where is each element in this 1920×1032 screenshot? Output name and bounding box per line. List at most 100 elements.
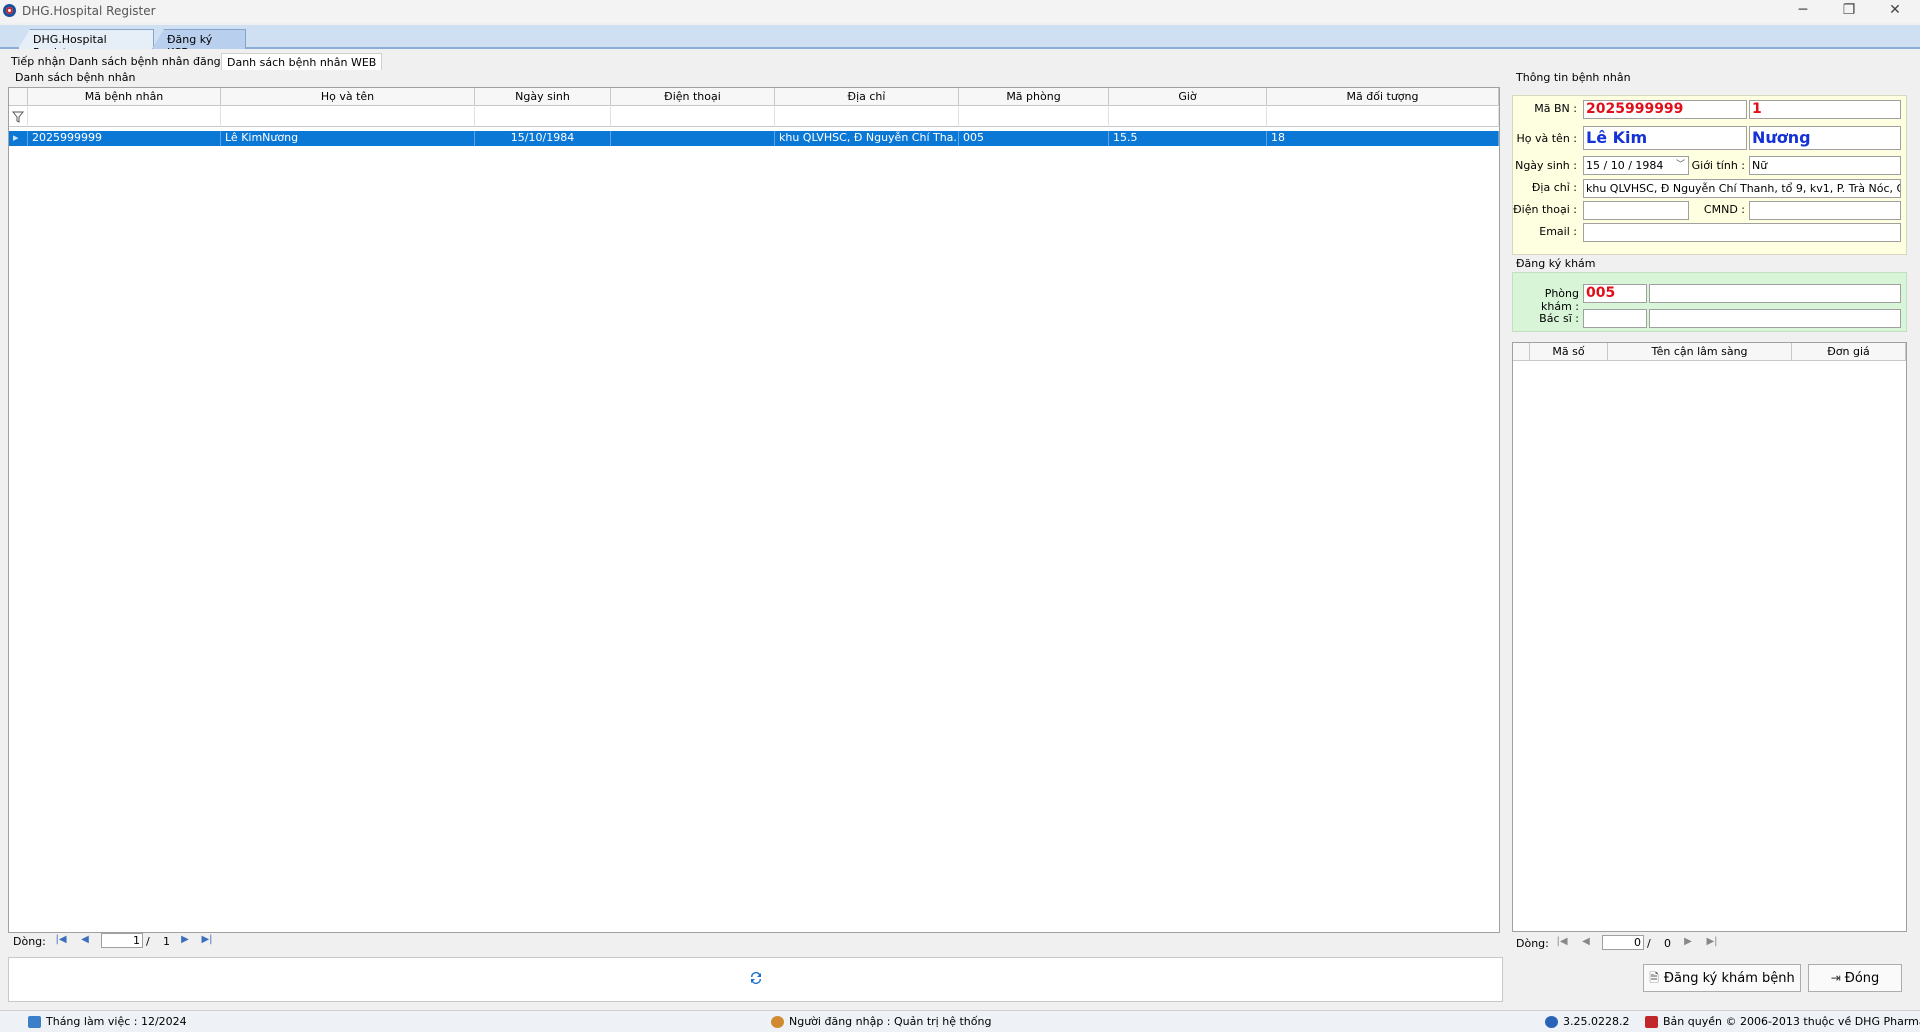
sub-tab-strip: Tiếp nhận Danh sách bệnh nhân đăng ký Da… <box>0 50 1920 70</box>
last-page-icon[interactable]: ▶| <box>1706 936 1718 948</box>
services-grid: Mã số Tên cận lâm sàng Đơn giá <box>1512 342 1907 932</box>
patient-list-title: Danh sách bệnh nhân <box>15 71 136 84</box>
col-ten-can-lam-sang[interactable]: Tên cận lâm sàng <box>1608 343 1792 361</box>
left-pager: Dòng: |◀ ◀ 1 / 1 ▶ ▶| <box>13 931 413 951</box>
patient-info-panel: Mã BN : 2025999999 1 Họ và tên : Lê Kim … <box>1512 95 1907 255</box>
ho-field[interactable]: Lê Kim <box>1583 126 1747 150</box>
col-gio[interactable]: Giờ <box>1109 88 1267 106</box>
ten-field[interactable]: Nương <box>1749 126 1901 150</box>
cell-ma-doi-tuong[interactable]: 18 <box>1267 131 1499 146</box>
ngay-sinh-picker[interactable]: 15 / 10 / 1984 ﹀ <box>1583 156 1689 175</box>
minimize-button[interactable]: ─ <box>1780 0 1826 23</box>
row-indicator-icon: ▸ <box>9 131 28 146</box>
col-ho-va-ten[interactable]: Họ và tên <box>221 88 475 106</box>
first-page-icon[interactable]: |◀ <box>55 934 67 946</box>
status-version: 3.25.0228.2 <box>1545 1015 1629 1028</box>
close-button[interactable]: ⇥ Đóng <box>1808 964 1902 992</box>
cell-dien-thoai[interactable] <box>611 131 775 146</box>
gioi-tinh-label: Giới tính : <box>1691 159 1745 172</box>
filter-cell[interactable] <box>1109 107 1267 127</box>
cell-ma-benh-nhan[interactable]: 2025999999 <box>28 131 221 146</box>
register-exam-button[interactable]: 🗎 Đăng ký khám bệnh <box>1643 964 1801 992</box>
prev-page-icon[interactable]: ◀ <box>79 934 91 946</box>
email-label: Email : <box>1539 225 1577 238</box>
first-page-icon[interactable]: |◀ <box>1556 936 1568 948</box>
chevron-down-icon[interactable]: ﹀ <box>1676 157 1685 174</box>
col-don-gia[interactable]: Đơn giá <box>1792 343 1906 361</box>
last-page-icon[interactable]: ▶| <box>201 934 213 946</box>
tab-web-patients[interactable]: Danh sách bệnh nhân WEB <box>221 53 383 70</box>
services-header: Mã số Tên cận lâm sàng Đơn giá <box>1513 343 1906 361</box>
exit-door-icon: ⇥ <box>1830 971 1841 985</box>
ngay-sinh-value: 15 / 10 / 1984 <box>1586 159 1664 172</box>
pager-total: 0 <box>1664 937 1671 950</box>
filter-cell[interactable] <box>611 107 775 127</box>
filter-cell[interactable] <box>475 107 611 127</box>
dien-thoai-field[interactable] <box>1583 201 1689 220</box>
dia-chi-field[interactable]: khu QLVHSC, Đ Nguyễn Chí Thanh, tổ 9, kv… <box>1583 179 1901 198</box>
filter-cell[interactable] <box>1267 107 1499 127</box>
col-ma-phong[interactable]: Mã phòng <box>959 88 1109 106</box>
col-ma-benh-nhan[interactable]: Mã bệnh nhân <box>28 88 221 106</box>
patient-info-title: Thông tin bệnh nhân <box>1516 71 1631 84</box>
cell-ma-phong[interactable]: 005 <box>959 131 1109 146</box>
prev-page-icon[interactable]: ◀ <box>1580 936 1592 948</box>
pager-total: 1 <box>163 935 170 948</box>
status-copyright-text: Bản quyền © 2006-2013 thuộc về DHG Pharm… <box>1663 1015 1920 1028</box>
status-copyright: Bản quyền © 2006-2013 thuộc về DHG Pharm… <box>1645 1015 1920 1028</box>
next-page-icon[interactable]: ▶ <box>179 934 191 946</box>
tab-dang-ky-kcb[interactable]: Đăng ký KCB <box>152 29 246 49</box>
filter-cell[interactable] <box>28 107 221 127</box>
restore-button[interactable]: ❐ <box>1826 0 1872 23</box>
register-exam-label: Đăng ký khám bệnh <box>1663 971 1795 986</box>
cell-dia-chi[interactable]: khu QLVHSC, Đ Nguyễn Chí Tha... <box>775 131 959 146</box>
gioi-tinh-field[interactable]: Nữ <box>1749 156 1901 175</box>
filter-cell[interactable] <box>221 107 475 127</box>
phong-kham-code-field[interactable]: 005 <box>1583 284 1647 303</box>
registration-title: Đăng ký khám <box>1516 257 1596 270</box>
close-label: Đóng <box>1844 971 1880 986</box>
header-indicator <box>1513 343 1530 361</box>
pager-label: Dòng: <box>1516 937 1549 950</box>
next-page-icon[interactable]: ▶ <box>1682 936 1694 948</box>
bottom-toolbar <box>8 957 1503 1002</box>
status-month-text: Tháng làm việc : 12/2024 <box>46 1015 187 1028</box>
tab-tiep-nhan[interactable]: Tiếp nhận <box>6 53 70 70</box>
cell-ho-va-ten[interactable]: Lê KimNương <box>221 131 475 146</box>
tab-hospital-register[interactable]: DHG.Hospital Register <box>18 29 154 49</box>
filter-cell[interactable] <box>775 107 959 127</box>
window-title: DHG.Hospital Register <box>22 4 156 18</box>
col-ma-so[interactable]: Mã số <box>1530 343 1608 361</box>
page-input[interactable]: 0 <box>1602 935 1644 950</box>
ngay-sinh-label: Ngày sinh : <box>1515 159 1577 172</box>
ho-ten-label: Họ và tên : <box>1516 132 1578 145</box>
email-field[interactable] <box>1583 223 1901 242</box>
col-ngay-sinh[interactable]: Ngày sinh <box>475 88 611 106</box>
bac-si-code-field[interactable] <box>1583 309 1647 328</box>
close-window-button[interactable]: ✕ <box>1872 0 1918 23</box>
main-tab-strip: DHG.Hospital Register Đăng ký KCB <box>0 25 1920 49</box>
col-dia-chi[interactable]: Địa chỉ <box>775 88 959 106</box>
cmnd-field[interactable] <box>1749 201 1901 220</box>
dia-chi-label: Địa chỉ : <box>1531 181 1577 194</box>
cell-gio[interactable]: 15.5 <box>1109 131 1267 146</box>
bac-si-name-field[interactable] <box>1649 309 1901 328</box>
ma-bn-seq-field[interactable]: 1 <box>1749 100 1901 119</box>
header-indicator <box>9 88 28 106</box>
refresh-icon[interactable] <box>748 970 764 990</box>
page-input[interactable]: 1 <box>101 933 143 948</box>
filter-icon[interactable] <box>9 107 28 127</box>
phong-kham-name-field[interactable] <box>1649 284 1901 303</box>
col-dien-thoai[interactable]: Điện thoại <box>611 88 775 106</box>
ma-bn-field[interactable]: 2025999999 <box>1583 100 1747 119</box>
title-bar: DHG.Hospital Register ─ ❐ ✕ <box>0 0 1920 23</box>
table-row[interactable]: ▸ 2025999999 Lê KimNương 15/10/1984 khu … <box>9 131 1499 146</box>
cell-ngay-sinh[interactable]: 15/10/1984 <box>475 131 611 146</box>
tab-registered-patients[interactable]: Danh sách bệnh nhân đăng ký <box>64 53 242 70</box>
grid-header: Mã bệnh nhân Họ và tên Ngày sinh Điện th… <box>9 88 1499 106</box>
status-user: Người đăng nhập : Quản trị hệ thống <box>771 1015 991 1028</box>
app-logo-icon <box>3 4 16 17</box>
filter-cell[interactable] <box>959 107 1109 127</box>
col-ma-doi-tuong[interactable]: Mã đối tượng <box>1267 88 1499 106</box>
copyright-icon <box>1645 1016 1658 1028</box>
